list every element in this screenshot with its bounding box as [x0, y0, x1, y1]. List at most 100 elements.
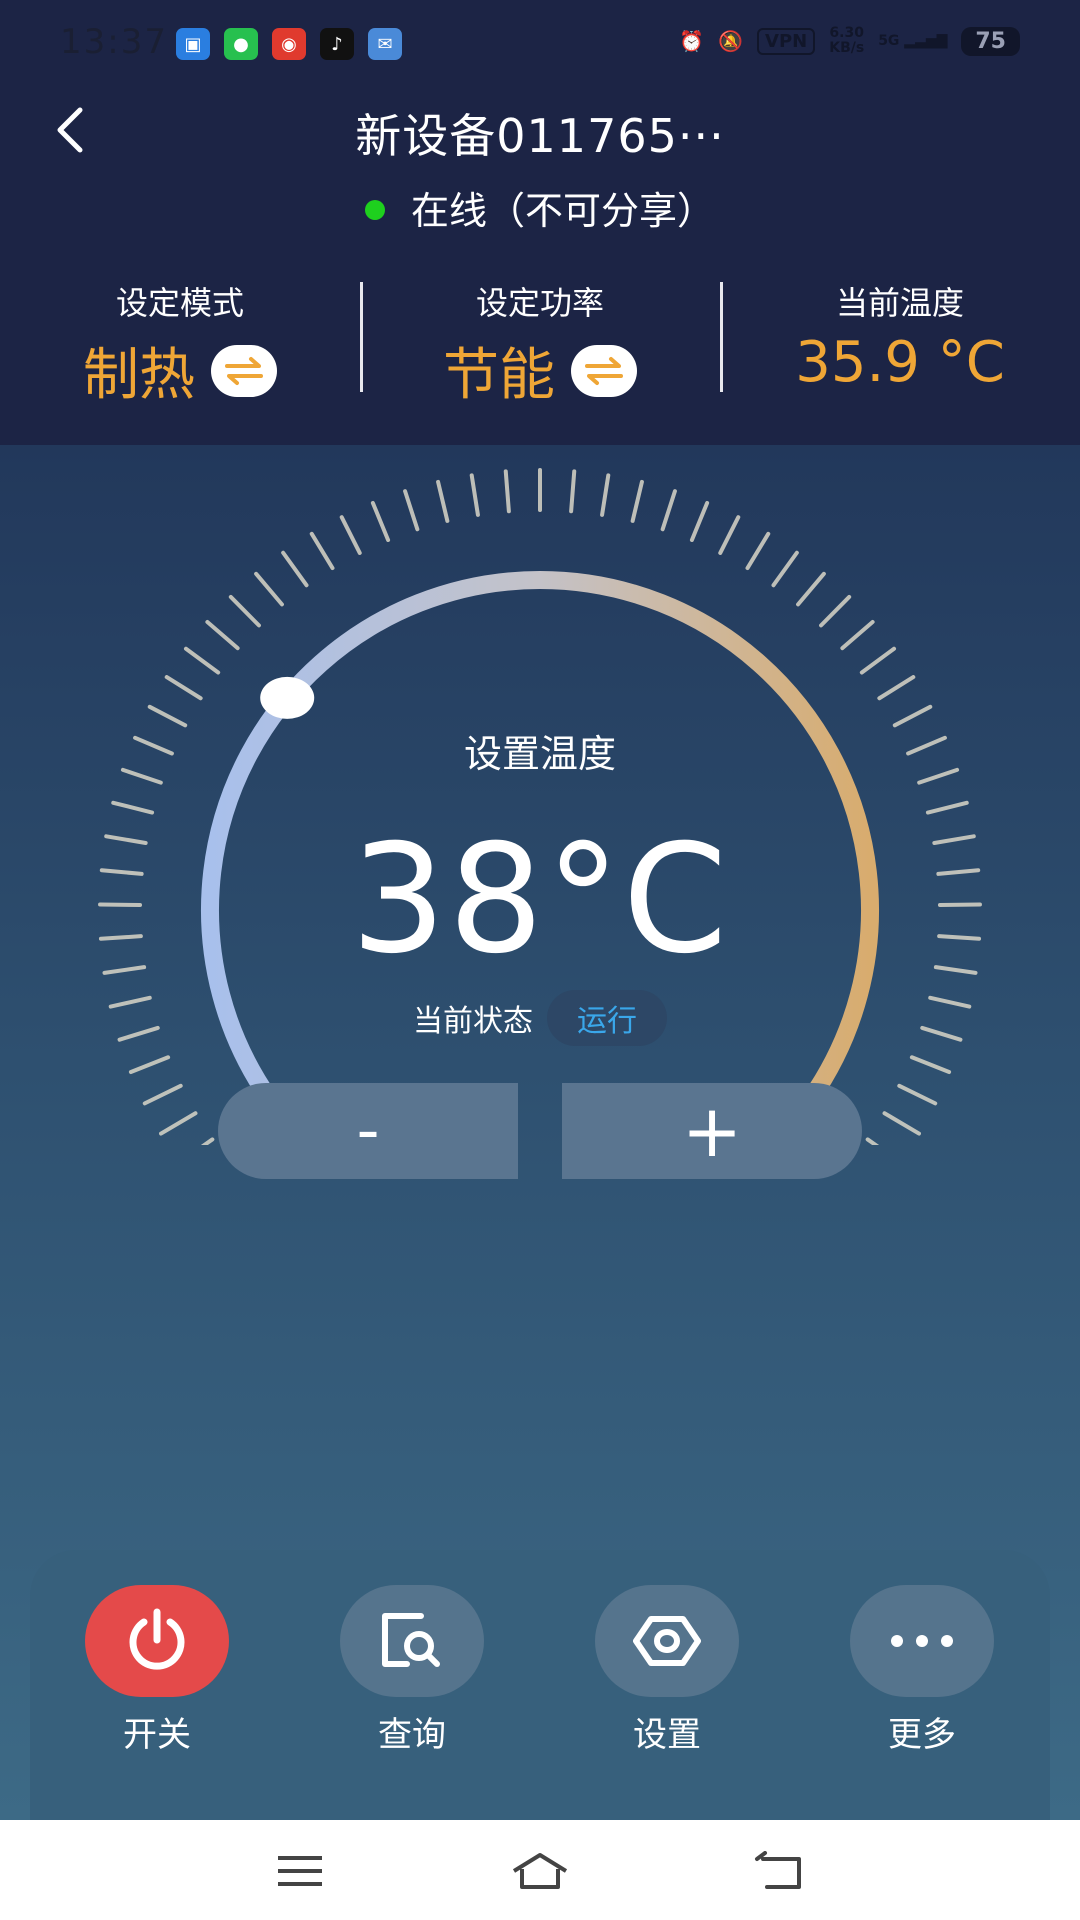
- signal-icon: 5G ▂▃▅▇: [878, 33, 948, 49]
- dial-tick: [142, 1083, 183, 1106]
- app-notification-icon: ✉: [368, 28, 402, 60]
- dial-tick: [403, 489, 420, 532]
- status-right: ⏰ 🔕 VPN 6.30 KB/s 5G ▂▃▅▇ 75: [679, 26, 1020, 56]
- online-dot-icon: [364, 199, 385, 220]
- more-button-circle[interactable]: [850, 1585, 994, 1697]
- settings-button[interactable]: 设置: [587, 1585, 747, 1756]
- query-label: 查询: [378, 1715, 446, 1755]
- dial-tick: [281, 550, 309, 588]
- mode-value: 制热: [83, 343, 195, 408]
- more-button[interactable]: 更多: [842, 1585, 1002, 1756]
- home-icon: [512, 1853, 568, 1889]
- swap-icon: [225, 356, 263, 385]
- dial-tick: [600, 473, 611, 517]
- dial-tick: [254, 571, 284, 607]
- dial-tick: [469, 473, 480, 517]
- set-temp-label: 设置温度: [463, 732, 616, 776]
- notification-icons: ▣ ● ◉ ♪ ✉: [176, 28, 402, 60]
- query-button[interactable]: 查询: [332, 1585, 492, 1756]
- dial-knob[interactable]: [260, 676, 315, 719]
- state-badge: 运行: [547, 990, 667, 1046]
- stat-current-temp: 当前温度 35.9 °C: [720, 272, 1080, 402]
- settings-label: 设置: [633, 1715, 701, 1755]
- dial-tick: [718, 515, 741, 555]
- mode-switch-button[interactable]: [211, 344, 277, 397]
- dial-tick: [796, 571, 826, 607]
- dial-tick: [660, 489, 677, 532]
- chevron-left-icon: [57, 107, 83, 153]
- dial-tick: [865, 1137, 880, 1145]
- stats-row: 设定模式 制热 设定功率 节能 当前温度 35.9 °C: [0, 272, 1080, 408]
- power-label: 设定功率: [475, 284, 604, 322]
- dial-tick: [689, 500, 710, 542]
- nav-back-button[interactable]: [750, 1846, 810, 1896]
- power-button[interactable]: 开关: [77, 1585, 237, 1756]
- set-temp-value: 38°C: [350, 813, 730, 987]
- power-switch-button[interactable]: [571, 344, 637, 397]
- settings-button-circle[interactable]: [595, 1585, 739, 1697]
- dial-tick: [128, 1055, 171, 1075]
- dial-tick: [111, 800, 155, 815]
- dial-tick: [897, 1083, 938, 1106]
- back-button[interactable]: [40, 100, 100, 160]
- dial-tick: [630, 479, 644, 523]
- vpn-badge: VPN: [757, 27, 816, 55]
- current-temp-label: 当前温度: [835, 284, 964, 322]
- mode-label: 设定模式: [115, 284, 244, 322]
- back-arrow-icon: [755, 1851, 801, 1889]
- query-button-circle[interactable]: [340, 1585, 484, 1697]
- dial-tick: [925, 800, 969, 815]
- power-label: 开关: [123, 1715, 191, 1755]
- nav-menu-button[interactable]: [270, 1846, 330, 1896]
- more-label: 更多: [888, 1715, 956, 1755]
- net-speed: 6.30 KB/s: [829, 25, 865, 56]
- dial-tick: [309, 531, 335, 571]
- device-title: 新设备011765···: [355, 109, 725, 163]
- dial-tick: [200, 1137, 215, 1145]
- dial-tick: [205, 619, 240, 651]
- dial-tick: [183, 646, 221, 675]
- header-panel: 13:37 ▣ ● ◉ ♪ ✉ ⏰ 🔕 VPN 6.30 KB/s 5G ▂▃▅▇…: [0, 0, 1080, 445]
- status-bar: 13:37 ▣ ● ◉ ♪ ✉ ⏰ 🔕 VPN 6.30 KB/s 5G ▂▃▅▇…: [0, 0, 1080, 90]
- bottom-toolbar: 开关 查询 设置 更多: [30, 1550, 1050, 1820]
- power-icon: [129, 1608, 185, 1670]
- state-label: 当前状态: [413, 1004, 533, 1039]
- current-temp-value: 35.9 °C: [795, 330, 1005, 395]
- stat-power: 设定功率 节能: [360, 272, 720, 408]
- mute-icon: 🔕: [718, 29, 744, 53]
- dial-tick: [436, 479, 450, 523]
- swap-icon: [585, 356, 623, 385]
- battery-indicator: 75: [961, 26, 1020, 56]
- decrease-temp-button[interactable]: -: [218, 1083, 518, 1179]
- stat-mode: 设定模式 制热: [0, 272, 360, 408]
- hexagon-settings-icon: [633, 1616, 701, 1666]
- menu-icon: [278, 1856, 322, 1886]
- dial-tick: [569, 469, 577, 514]
- state-row: 当前状态 运行: [0, 990, 1080, 1046]
- system-nav-bar: [0, 1820, 1080, 1920]
- dial-tick: [840, 619, 875, 651]
- more-dots-icon: [891, 1635, 953, 1647]
- online-status-text: 在线（不可分享）: [410, 189, 715, 233]
- dial-tick: [228, 594, 261, 628]
- increase-temp-button[interactable]: +: [562, 1083, 862, 1179]
- app-notification-icon: ◉: [272, 28, 306, 60]
- dial-tick: [909, 1055, 952, 1075]
- search-document-icon: [382, 1613, 440, 1667]
- dial-tick: [819, 594, 852, 628]
- online-status: 在线（不可分享）: [0, 180, 1080, 235]
- dial-tick: [877, 675, 916, 701]
- alarm-icon: ⏰: [679, 29, 705, 53]
- dial-tick: [339, 515, 362, 555]
- dial-tick: [370, 500, 391, 542]
- dial-tick: [503, 469, 511, 514]
- nav-home-button[interactable]: [510, 1846, 570, 1896]
- power-value: 节能: [443, 343, 555, 408]
- dial-tick: [859, 646, 897, 675]
- thermostat-panel: 设置温度 38°C 当前状态 运行 - + 开关 查询 设置 更多: [0, 445, 1080, 1820]
- dial-tick: [745, 531, 771, 571]
- wechat-icon: ●: [224, 28, 258, 60]
- dial-tick: [882, 1111, 921, 1136]
- tiktok-icon: ♪: [320, 28, 354, 60]
- power-button-circle[interactable]: [85, 1585, 229, 1697]
